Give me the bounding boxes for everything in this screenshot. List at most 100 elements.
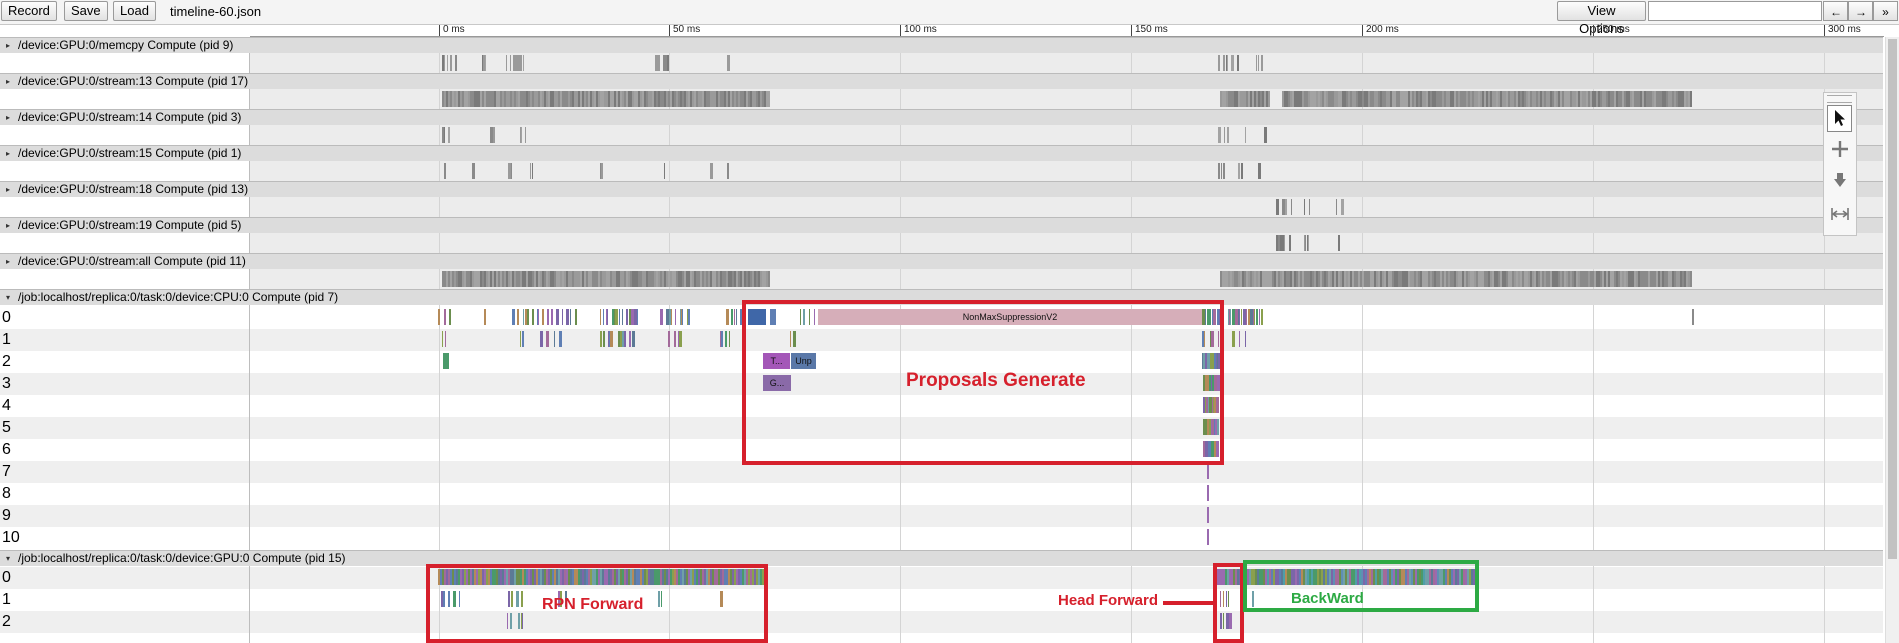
trace-slice[interactable] <box>600 331 602 347</box>
trace-slice[interactable] <box>622 309 623 325</box>
trace-slice[interactable] <box>1224 127 1225 143</box>
trace-slice[interactable] <box>1254 309 1255 325</box>
trace-slice[interactable] <box>664 163 665 179</box>
trace-slice[interactable] <box>506 55 507 71</box>
zoom-icon[interactable] <box>1827 168 1852 195</box>
pan-move-icon[interactable] <box>1827 136 1852 163</box>
trace-slice[interactable] <box>619 309 620 325</box>
trace-slice[interactable] <box>1261 309 1263 325</box>
trace-slice[interactable] <box>729 331 730 347</box>
trace-slice[interactable] <box>726 309 729 325</box>
process-header[interactable]: ▸/device:GPU:0/stream:18 Compute (pid 13… <box>0 181 1883 197</box>
trace-slice[interactable] <box>575 309 577 325</box>
trace-slice[interactable] <box>538 309 539 325</box>
trace-slice[interactable] <box>542 309 544 325</box>
trace-slice[interactable] <box>523 309 524 325</box>
trace-slice[interactable] <box>1232 331 1235 347</box>
trace-slice[interactable] <box>443 353 449 369</box>
trace-slice[interactable] <box>449 309 451 325</box>
trace-slice[interactable] <box>725 331 727 347</box>
trace-slice[interactable] <box>667 55 669 71</box>
trace-slice[interactable] <box>674 331 676 347</box>
trace-slice[interactable] <box>1284 235 1285 251</box>
trace-slice[interactable] <box>1218 127 1221 143</box>
trace-slice[interactable] <box>1218 163 1220 179</box>
trace-slice[interactable] <box>1245 331 1246 347</box>
record-button[interactable]: Record <box>1 1 57 21</box>
trace-slice[interactable] <box>1692 309 1694 325</box>
trace-slice[interactable] <box>671 309 672 325</box>
trace-slice[interactable] <box>734 309 735 325</box>
trace-slice[interactable] <box>1336 199 1337 215</box>
trace-slice[interactable] <box>566 309 569 325</box>
trace-slice[interactable] <box>600 309 601 325</box>
trace-slice[interactable] <box>1308 235 1309 251</box>
trace-slice[interactable] <box>444 55 445 71</box>
trace-slice[interactable] <box>523 55 524 71</box>
trace-slice[interactable] <box>1239 309 1240 325</box>
trace-slice[interactable] <box>1259 309 1260 325</box>
trace-slice[interactable] <box>603 331 605 347</box>
trace-slice[interactable] <box>629 331 631 347</box>
trace-slice[interactable] <box>444 127 445 143</box>
trace-slice[interactable] <box>520 55 522 71</box>
trace-slice[interactable] <box>554 331 555 347</box>
trace-slice[interactable] <box>634 331 635 347</box>
trace-slice[interactable] <box>1221 163 1222 179</box>
process-header[interactable]: ▾/job:localhost/replica:0/task:0/device:… <box>0 550 1883 566</box>
trace-slice[interactable] <box>710 163 713 179</box>
trace-slice[interactable] <box>1238 163 1240 179</box>
trace-slice[interactable] <box>1305 235 1306 251</box>
trace-slice[interactable] <box>1227 55 1228 71</box>
trace-slice[interactable] <box>546 331 549 347</box>
trace-slice[interactable] <box>455 55 457 71</box>
save-button[interactable]: Save <box>64 1 108 21</box>
trace-slice[interactable] <box>626 309 628 325</box>
trace-slice[interactable] <box>556 309 559 325</box>
trace-slice[interactable] <box>615 309 618 325</box>
trace-slice[interactable] <box>1289 235 1291 251</box>
trace-slice[interactable] <box>510 55 511 71</box>
trace-slice[interactable] <box>551 309 553 325</box>
trace-slice[interactable] <box>493 127 495 143</box>
trace-slice[interactable] <box>1218 55 1220 71</box>
trace-slice[interactable] <box>1268 91 1270 107</box>
trace-slice[interactable] <box>532 309 534 325</box>
trace-slice[interactable] <box>540 331 543 347</box>
load-button[interactable]: Load <box>113 1 156 21</box>
trace-slice[interactable] <box>520 331 521 347</box>
trace-slice[interactable] <box>1264 127 1267 143</box>
trace-slice[interactable] <box>1231 55 1234 71</box>
find-next-button[interactable]: → <box>1848 1 1873 21</box>
expand-triangle-icon[interactable]: ▸ <box>6 74 10 89</box>
trace-slice[interactable] <box>472 163 475 179</box>
trace-slice[interactable] <box>448 127 450 143</box>
trace-slice[interactable] <box>1207 485 1209 501</box>
trace-slice[interactable] <box>731 309 733 325</box>
trace-slice[interactable] <box>603 309 604 325</box>
trace-slice[interactable] <box>517 309 519 325</box>
trace-slice[interactable] <box>668 331 670 347</box>
expand-triangle-icon[interactable]: ▸ <box>6 218 10 233</box>
timing-icon[interactable] <box>1827 200 1852 227</box>
trace-slice[interactable] <box>660 309 663 325</box>
trace-slice[interactable] <box>532 163 533 179</box>
trace-slice[interactable] <box>562 309 563 325</box>
process-header[interactable]: ▸/device:GPU:0/stream:14 Compute (pid 3) <box>0 109 1883 125</box>
trace-slice[interactable] <box>1227 127 1229 143</box>
trace-slice[interactable] <box>450 55 452 71</box>
expand-triangle-icon[interactable]: ▾ <box>6 290 10 305</box>
trace-slice[interactable] <box>1338 235 1340 251</box>
trace-slice[interactable] <box>688 309 690 325</box>
trace-slice[interactable] <box>768 91 770 107</box>
expand-triangle-icon[interactable]: ▸ <box>6 146 10 161</box>
trace-slice[interactable] <box>607 309 608 325</box>
vertical-scrollbar[interactable] <box>1885 37 1899 643</box>
trace-slice[interactable] <box>445 331 446 347</box>
trace-slice[interactable] <box>1245 127 1246 143</box>
trace-slice[interactable] <box>1304 199 1305 215</box>
trace-slice[interactable] <box>522 331 524 347</box>
process-header[interactable]: ▸/device:GPU:0/stream:19 Compute (pid 5) <box>0 217 1883 233</box>
process-header[interactable]: ▸/device:GPU:0/stream:15 Compute (pid 1) <box>0 145 1883 161</box>
trace-slice[interactable] <box>559 331 562 347</box>
